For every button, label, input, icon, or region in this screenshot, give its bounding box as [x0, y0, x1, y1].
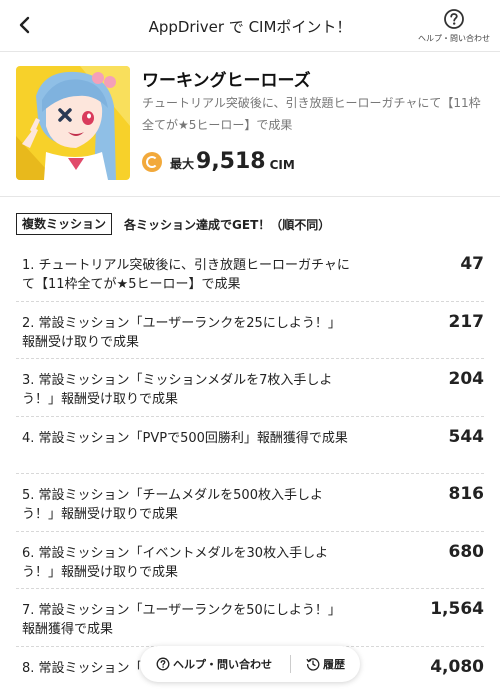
mission-text: 2. 常設ミッション「ユーザーランクを25にしよう！」報酬受け取りで成果 — [22, 315, 341, 350]
mission-text: 6. 常設ミッション「イベントメダルを30枚入手しよう！」報酬受け取りで成果 — [22, 545, 329, 580]
max-reward: 最大 9,518 CIM — [142, 146, 295, 176]
floating-bar-separator — [290, 655, 291, 673]
mission-text: 4. 常設ミッション「PVPで500回勝利」報酬獲得で成果 — [22, 430, 348, 446]
cim-coin-icon — [142, 152, 162, 172]
floating-help-button[interactable]: ヘルプ・問い合わせ — [156, 656, 272, 672]
mission-points: 544 — [448, 426, 485, 447]
floating-help-label: ヘルプ・問い合わせ — [173, 658, 272, 671]
mission-points: 816 — [448, 484, 485, 504]
list-item: 2. 常設ミッション「ユーザーランクを25にしよう！」報酬受け取りで成果 217 — [16, 302, 485, 359]
mission-note: 各ミッション達成でGET！（順不同） — [124, 217, 331, 232]
mission-header: 複数ミッション 各ミッション達成でGET！（順不同） — [16, 213, 330, 235]
history-label: 履歴 — [323, 658, 345, 671]
mission-points: 1,564 — [430, 599, 484, 619]
list-item: 4. 常設ミッション「PVPで500回勝利」報酬獲得で成果 544 — [16, 417, 485, 474]
mission-points: 4,080 — [430, 656, 484, 677]
app-icon — [16, 66, 130, 180]
history-button[interactable]: 履歴 — [306, 656, 345, 672]
help-contact-label: ヘルプ・問い合わせ — [418, 34, 490, 43]
list-item: 1. チュートリアル突破後に、引き放題ヒーローガチャにて【11枠全てが★5ヒーロ… — [16, 244, 484, 302]
list-item: 5. 常設ミッション「チームメダルを500枚入手しよう！」報酬受け取りで成果 8… — [16, 474, 484, 532]
help-circle-icon — [156, 657, 170, 671]
help-contact-button[interactable]: ヘルプ・問い合わせ — [416, 8, 492, 44]
app-description: チュートリアル突破後に、引き放題ヒーローガチャにて【11枠全てが★5ヒーロー】で… — [142, 96, 481, 132]
app-name: ワーキングヒーローズ — [142, 71, 311, 91]
mission-points: 204 — [448, 369, 485, 389]
mission-text: 1. チュートリアル突破後に、引き放題ヒーローガチャにて【11枠全てが★5ヒーロ… — [22, 258, 350, 292]
floating-action-bar: ヘルプ・問い合わせ 履歴 — [140, 646, 360, 682]
section-divider — [0, 196, 500, 197]
help-circle-icon — [444, 9, 464, 29]
mission-points: 680 — [448, 541, 485, 562]
mission-text: 7. 常設ミッション「ユーザーランクを50にしよう！」報酬獲得で成果 — [22, 603, 341, 637]
list-item: 3. 常設ミッション「ミッションメダルを7枚入手しよう！」報酬受け取りで成果 2… — [16, 359, 484, 417]
mission-text: 5. 常設ミッション「チームメダルを500枚入手しよう！」報酬受け取りで成果 — [22, 488, 323, 522]
list-item: 6. 常設ミッション「イベントメダルを30枚入手しよう！」報酬受け取りで成果 6… — [16, 532, 485, 589]
points-unit: CIM — [269, 158, 295, 172]
app-summary: ワーキングヒーローズ チュートリアル突破後に、引き放題ヒーローガチャにて【11枠… — [16, 66, 486, 180]
mission-text: 3. 常設ミッション「ミッションメダルを7枚入手しよう！」報酬受け取りで成果 — [22, 373, 333, 407]
max-points: 9,518 — [196, 149, 266, 174]
max-label: 最大 — [170, 157, 195, 171]
mission-points: 47 — [460, 254, 484, 274]
mission-points: 217 — [448, 311, 485, 332]
top-bar: AppDriver で CIMポイント！ ヘルプ・問い合わせ — [0, 0, 500, 52]
multi-mission-tag: 複数ミッション — [16, 213, 113, 235]
list-item: 7. 常設ミッション「ユーザーランクを50にしよう！」報酬獲得で成果 1,564 — [16, 589, 484, 647]
mission-list: 1. チュートリアル突破後に、引き放題ヒーローガチャにて【11枠全てが★5ヒーロ… — [16, 244, 484, 700]
history-clock-icon — [306, 658, 320, 671]
